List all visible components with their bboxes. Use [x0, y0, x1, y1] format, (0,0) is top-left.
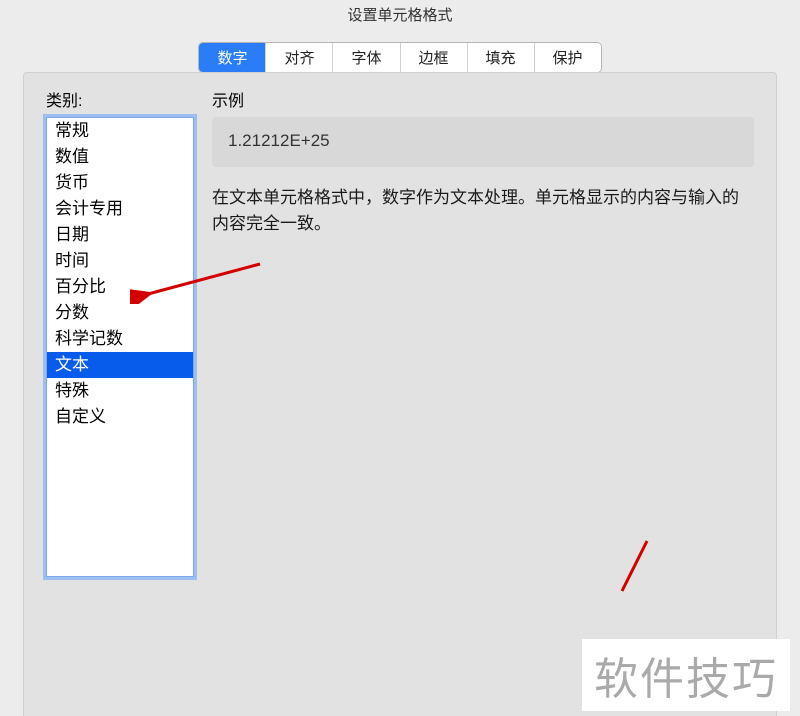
example-box: 1.21212E+25 [212, 117, 754, 167]
content-panel: 类别: 常规数值货币会计专用日期时间百分比分数科学记数文本特殊自定义 示例 1.… [23, 72, 777, 716]
category-item[interactable]: 时间 [47, 248, 193, 274]
category-item[interactable]: 数值 [47, 144, 193, 170]
tab-4[interactable]: 填充 [468, 43, 535, 72]
watermark: 软件技巧 [582, 639, 790, 711]
category-item[interactable]: 自定义 [47, 404, 193, 430]
window-title: 设置单元格格式 [0, 0, 800, 32]
category-label: 类别: [46, 87, 194, 111]
tab-0[interactable]: 数字 [199, 43, 266, 72]
category-item[interactable]: 分数 [47, 300, 193, 326]
category-item[interactable]: 货币 [47, 170, 193, 196]
category-item[interactable]: 文本 [47, 352, 193, 378]
category-item[interactable]: 科学记数 [47, 326, 193, 352]
tab-5[interactable]: 保护 [535, 43, 601, 72]
format-description: 在文本单元格格式中，数字作为文本处理。单元格显示的内容与输入的内容完全一致。 [212, 185, 754, 236]
tab-group: 数字对齐字体边框填充保护 [198, 42, 601, 73]
category-item[interactable]: 特殊 [47, 378, 193, 404]
tab-1[interactable]: 对齐 [266, 43, 333, 72]
category-item[interactable]: 会计专用 [47, 196, 193, 222]
category-item[interactable]: 常规 [47, 118, 193, 144]
tab-3[interactable]: 边框 [401, 43, 468, 72]
category-item[interactable]: 百分比 [47, 274, 193, 300]
example-label: 示例 [212, 87, 754, 111]
category-list[interactable]: 常规数值货币会计专用日期时间百分比分数科学记数文本特殊自定义 [46, 117, 194, 577]
tab-2[interactable]: 字体 [333, 43, 400, 72]
category-item[interactable]: 日期 [47, 222, 193, 248]
example-value: 1.21212E+25 [228, 131, 330, 150]
